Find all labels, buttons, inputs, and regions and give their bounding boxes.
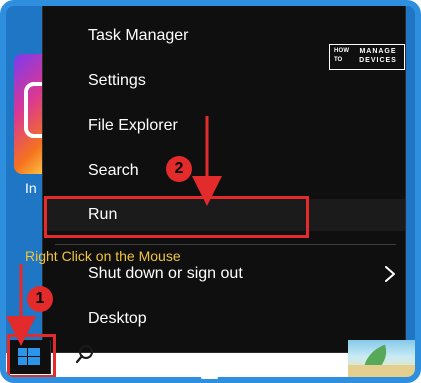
menu-item-desktop-label: Desktop: [88, 310, 147, 327]
menu-item-search-label: Search: [88, 162, 139, 179]
menu-item-shutdown-label: Shut down or sign out: [88, 265, 243, 282]
taskbar-wallpaper-thumbnail: [348, 340, 415, 377]
chevron-right-icon: [384, 266, 396, 282]
brand-logo-bottom-left: TO: [334, 57, 343, 63]
annotation-callout-text: Right Click on the Mouse: [25, 248, 181, 264]
brand-logo: HOW TO MANAGE DEVICES: [329, 44, 405, 70]
start-highlight-box: [7, 334, 56, 378]
brand-logo-top-right: MANAGE: [359, 48, 397, 55]
search-icon[interactable]: [72, 342, 100, 368]
annotation-badge-2: 2: [166, 156, 192, 182]
brand-logo-bottom-right: DEVICES: [359, 57, 397, 64]
brand-logo-top-left: HOW: [334, 48, 350, 54]
menu-item-file-explorer-label: File Explorer: [88, 117, 178, 134]
annotation-badge-1: 1: [27, 286, 53, 312]
wallpaper-sand: [348, 365, 415, 377]
menu-item-desktop[interactable]: Desktop: [43, 303, 405, 335]
menu-item-search[interactable]: Search: [43, 155, 405, 187]
run-highlight-box: [44, 196, 309, 238]
frame-bottom-indicator: [201, 376, 218, 379]
menu-item-task-manager-label: Task Manager: [88, 27, 189, 44]
app-label: In: [25, 180, 37, 196]
menu-divider: [55, 244, 396, 245]
start-context-menu: Task Manager Settings File Explorer Sear…: [43, 6, 405, 352]
menu-item-file-explorer[interactable]: File Explorer: [43, 110, 405, 142]
screenshot-stage: In Task Manager Settings File Explorer S…: [0, 0, 421, 383]
menu-item-settings-label: Settings: [88, 72, 146, 89]
